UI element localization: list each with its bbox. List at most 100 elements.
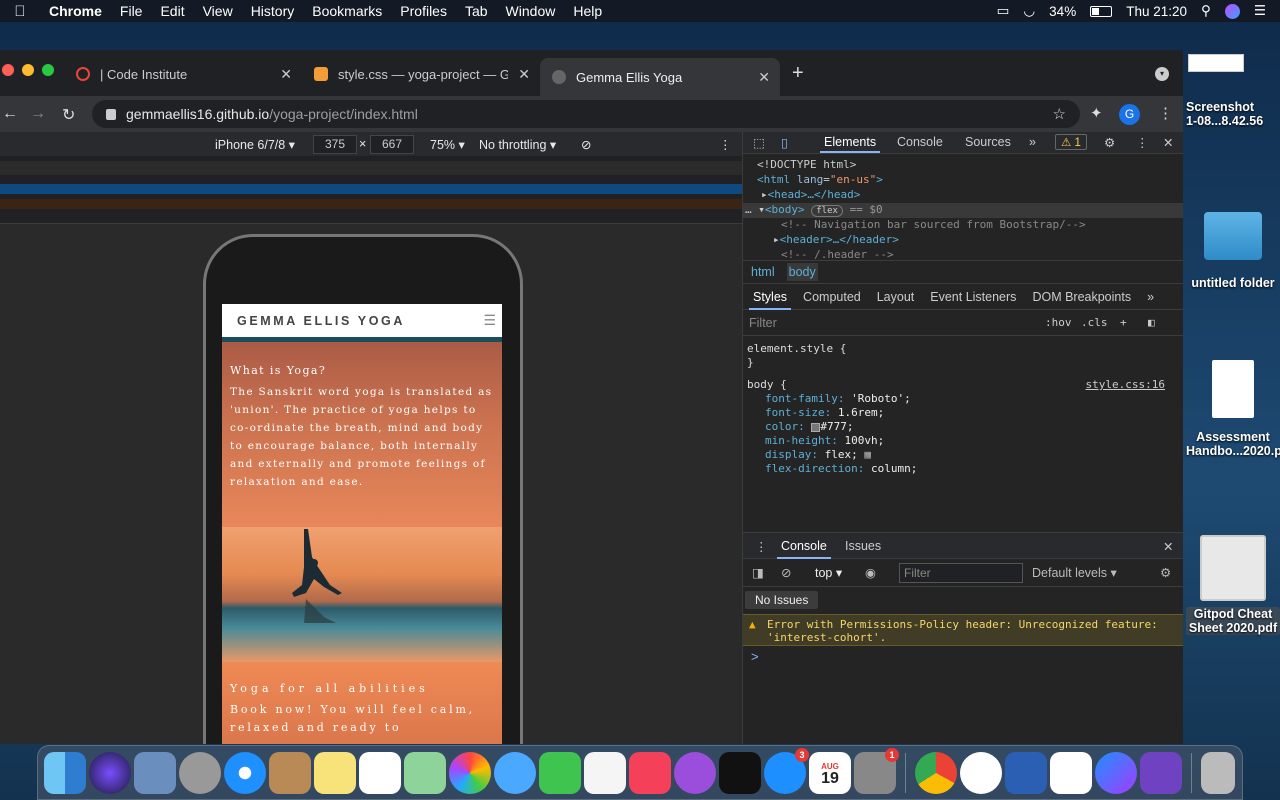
desktop-gitpod-pdf[interactable]: Gitpod Cheat Sheet 2020.pdf: [1186, 535, 1280, 635]
drawer-tab-console[interactable]: Console: [777, 539, 831, 559]
clear-console-icon[interactable]: ⊘: [781, 565, 791, 580]
tab-code-institute[interactable]: | Code Institute ✕: [64, 58, 302, 90]
photos-icon[interactable]: [449, 751, 491, 794]
media-query-bar-orange[interactable]: [0, 199, 742, 209]
css-declaration[interactable]: display: flex; ▦: [747, 448, 1165, 462]
control-center-icon[interactable]: ☰: [1254, 3, 1266, 19]
tab-sources[interactable]: Sources: [965, 135, 1011, 149]
image-capture-icon[interactable]: [134, 751, 176, 794]
music-icon[interactable]: [629, 751, 671, 794]
hamburger-menu-icon[interactable]: ☰: [483, 312, 496, 329]
flex-badge[interactable]: flex: [811, 205, 843, 217]
desktop-assessment-pdf[interactable]: Assessment Handbo...2020.pdf: [1186, 360, 1280, 458]
new-tab-button[interactable]: +: [792, 62, 804, 85]
css-declaration[interactable]: flex-direction: column;: [747, 462, 1165, 476]
class-toggle[interactable]: .cls: [1081, 316, 1108, 329]
bookmark-star-icon[interactable]: ☆: [1053, 105, 1066, 123]
desktop-untitled-folder[interactable]: untitled folder: [1186, 212, 1280, 290]
css-prop[interactable]: display: [765, 448, 811, 461]
news-icon[interactable]: [584, 751, 626, 794]
battery-icon[interactable]: [1090, 5, 1113, 17]
tab-computed[interactable]: Computed: [803, 290, 861, 304]
more-tabs-icon[interactable]: »: [1029, 135, 1036, 149]
tab-gitpod[interactable]: style.css — yoga-project — Git ✕: [302, 58, 540, 90]
dom-node-doctype[interactable]: <!DOCTYPE html>: [743, 158, 1183, 173]
close-devtools-icon[interactable]: ✕: [1163, 135, 1173, 150]
stylesheet-link[interactable]: style.css:16: [1086, 378, 1165, 391]
battery-percent[interactable]: 34%: [1049, 4, 1076, 19]
settings-gear-icon[interactable]: ⚙: [1104, 135, 1115, 150]
inspect-element-icon[interactable]: ⬚: [753, 135, 765, 150]
console-filter-input[interactable]: Filter: [899, 563, 1023, 583]
rotate-icon[interactable]: ⊘: [581, 137, 591, 152]
breadcrumb-html[interactable]: html: [749, 263, 777, 281]
media-query-bars[interactable]: [0, 156, 742, 224]
safari-icon[interactable]: [224, 751, 266, 794]
clock[interactable]: Thu 21:20: [1126, 4, 1187, 19]
contacts-icon[interactable]: [269, 751, 311, 794]
media-query-bar-top[interactable]: [0, 161, 742, 175]
tab-gemma-ellis-yoga[interactable]: Gemma Ellis Yoga ✕: [540, 58, 780, 96]
zoom-select[interactable]: 75% ▾: [430, 137, 465, 152]
styles-filter-input[interactable]: Filter: [749, 316, 777, 330]
dom-node-header[interactable]: ▸<header>…</header>: [743, 233, 1183, 248]
finder-icon[interactable]: [44, 751, 86, 794]
warnings-badge[interactable]: ⚠ 1: [1055, 134, 1087, 150]
drawer-menu-icon[interactable]: ⋮: [755, 539, 768, 554]
device-toggle-icon[interactable]: ▯: [781, 135, 788, 150]
menu-edit[interactable]: Edit: [151, 3, 193, 19]
css-prop[interactable]: font-size: [765, 406, 825, 419]
close-window-button[interactable]: [2, 64, 14, 76]
dom-node-html[interactable]: <html lang="en-us">: [743, 173, 1183, 188]
apple-icon[interactable]: : [0, 3, 40, 20]
slack-icon[interactable]: [1050, 751, 1092, 794]
more-subtabs-icon[interactable]: »: [1147, 290, 1154, 304]
menu-bookmarks[interactable]: Bookmarks: [303, 3, 391, 19]
wifi-icon[interactable]: ◡: [1023, 3, 1035, 19]
tab-dom-breakpoints[interactable]: DOM Breakpoints: [1032, 290, 1131, 304]
css-declaration[interactable]: color: #777;: [747, 420, 1165, 434]
dom-node-body[interactable]: … ▾<body> flex == $0: [743, 203, 1183, 218]
tab-styles[interactable]: Styles: [748, 290, 792, 310]
sidebar-toggle-icon[interactable]: ◧: [1148, 316, 1155, 329]
drawer-tab-issues[interactable]: Issues: [845, 539, 881, 553]
close-tab-icon[interactable]: ✕: [518, 66, 530, 83]
zoom-window-button[interactable]: [42, 64, 54, 76]
css-declaration[interactable]: font-size: 1.6rem;: [747, 406, 1165, 420]
menu-file[interactable]: File: [111, 3, 152, 19]
console-sidebar-icon[interactable]: ◨: [752, 565, 764, 580]
close-tab-icon[interactable]: ✕: [280, 66, 292, 83]
console-prompt[interactable]: >: [751, 649, 759, 664]
calendar-icon[interactable]: AUG 19: [809, 751, 851, 794]
smile-app-icon[interactable]: [960, 751, 1002, 794]
more-menu-icon[interactable]: ⋮: [1158, 104, 1173, 122]
tab-search-icon[interactable]: ▾: [1155, 67, 1169, 81]
menu-window[interactable]: Window: [497, 3, 565, 19]
reminders-icon[interactable]: [359, 751, 401, 794]
siri-icon[interactable]: [89, 751, 131, 794]
css-declaration[interactable]: font-family: 'Roboto';: [747, 392, 1165, 406]
device-options-icon[interactable]: ⋮: [719, 137, 732, 152]
css-prop[interactable]: flex-direction: [765, 462, 858, 475]
css-value[interactable]: 100vh;: [844, 434, 884, 447]
css-value[interactable]: #777;: [820, 420, 853, 433]
phone-screen[interactable]: GEMMA ELLIS YOGA ☰ What is Yoga? The San…: [222, 304, 502, 744]
tab-event-listeners[interactable]: Event Listeners: [930, 290, 1016, 304]
css-value[interactable]: flex;: [825, 448, 858, 461]
site-brand[interactable]: GEMMA ELLIS YOGA: [237, 314, 405, 328]
spotlight-search-icon[interactable]: ⚲: [1201, 3, 1211, 19]
css-prop[interactable]: color: [765, 420, 798, 433]
menu-tab[interactable]: Tab: [456, 3, 497, 19]
forward-icon[interactable]: →: [30, 105, 46, 123]
minimize-window-button[interactable]: [22, 64, 34, 76]
app-store-icon[interactable]: 3: [764, 747, 809, 794]
flexbox-editor-icon[interactable]: ▦: [864, 448, 871, 461]
back-icon[interactable]: ←: [2, 105, 18, 123]
tab-layout[interactable]: Layout: [877, 290, 915, 304]
dom-node-comment[interactable]: <!-- Navigation bar sourced from Bootstr…: [743, 218, 1183, 233]
menu-app-name[interactable]: Chrome: [40, 3, 111, 19]
element-style-rule[interactable]: element.style {: [747, 342, 1165, 356]
apple-tv-icon[interactable]: [719, 751, 761, 794]
close-drawer-icon[interactable]: ✕: [1163, 539, 1173, 554]
device-select[interactable]: iPhone 6/7/8 ▾: [215, 137, 295, 152]
